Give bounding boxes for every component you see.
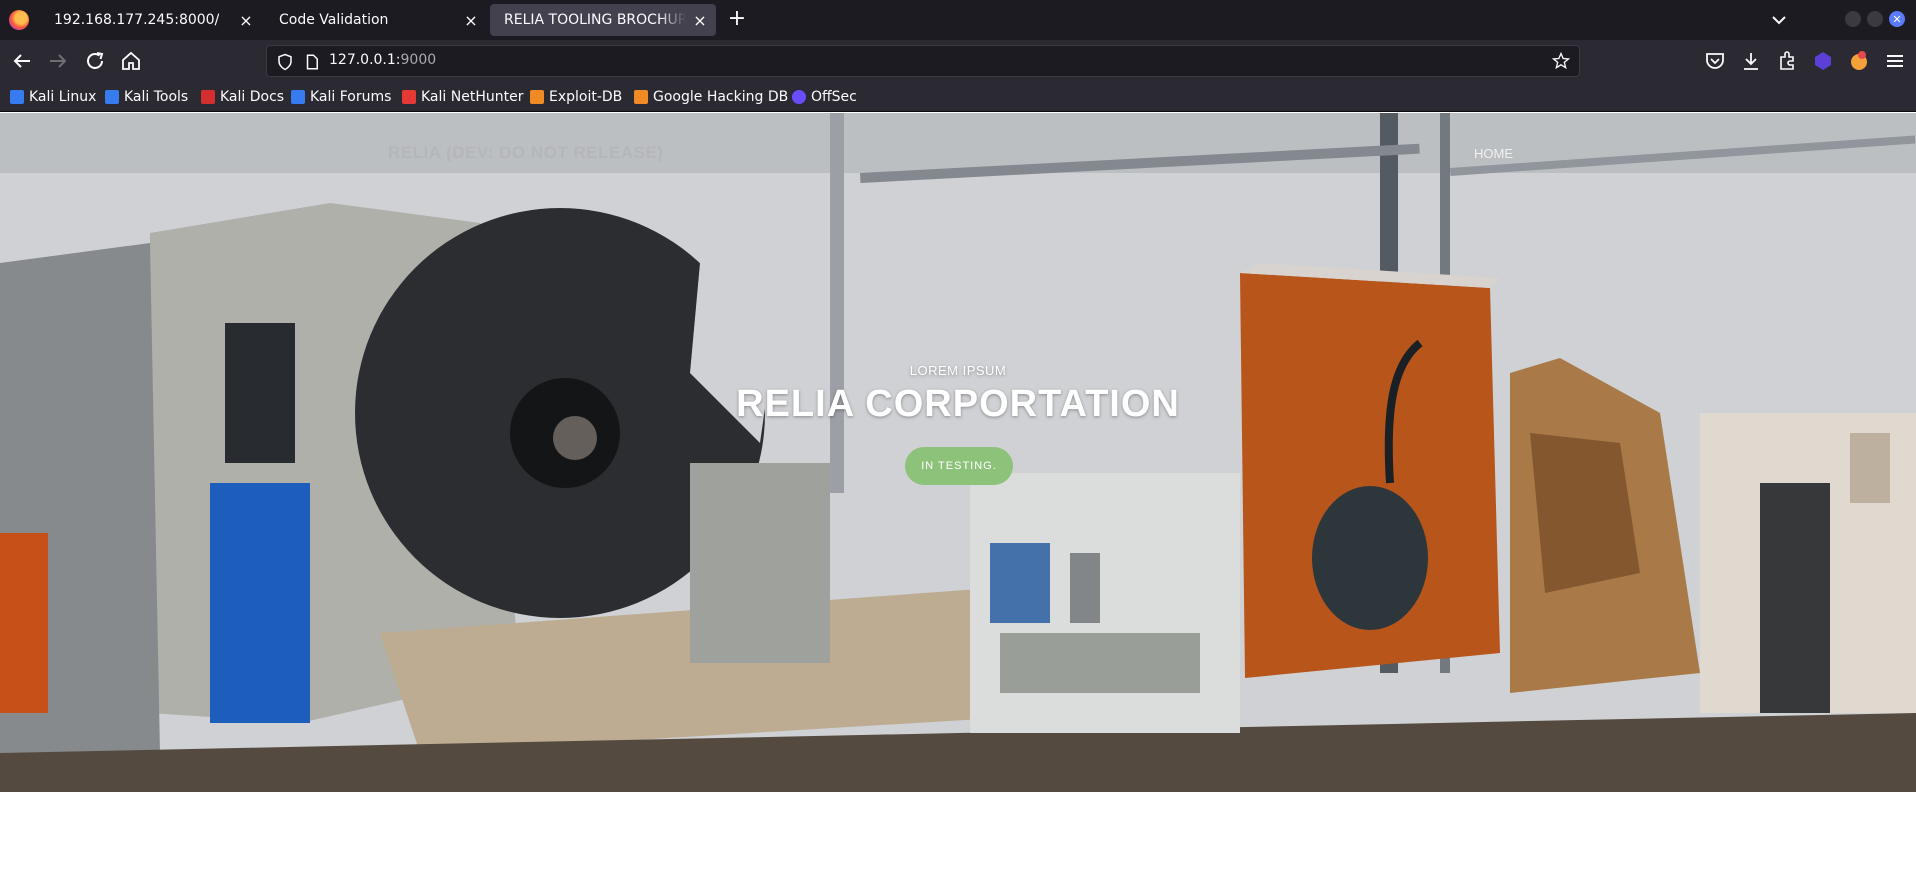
tab-label: 192.168.177.245:8000/ [54,12,220,28]
bookmark-label: Exploit-DB [549,89,623,105]
bookmark-kali-docs[interactable]: Kali Docs [201,88,284,106]
bookmark-label: Google Hacking DB [653,89,789,105]
bookmark-label: Kali Tools [124,89,189,105]
close-tab-icon[interactable]: × [690,10,710,30]
extensions-icon[interactable] [1775,49,1799,73]
close-tab-icon[interactable]: × [461,10,481,30]
chevron-down-icon[interactable] [1767,8,1791,32]
bookmark-google-hacking-db[interactable]: Google Hacking DB [634,88,788,106]
bookmarks-toolbar: Kali Linux Kali Tools Kali Docs Kali For… [0,82,1916,112]
tab-label: RELIA TOOLING BROCHURE [504,12,686,28]
tracking-shield-icon[interactable] [276,53,294,71]
page-info-icon[interactable] [303,53,321,71]
nav-home-link[interactable]: HOME [1474,146,1513,161]
download-icon[interactable] [1739,49,1763,73]
bookmark-label: OffSec [811,89,857,105]
extension-hexagon-icon[interactable] [1811,49,1835,73]
pocket-icon[interactable] [1703,49,1727,73]
home-icon[interactable] [119,49,143,73]
reload-icon[interactable] [83,49,107,73]
site-brand[interactable]: RELIA (DEV: DO NOT RELEASE) [388,143,663,163]
offsec-icon [792,90,806,104]
bookmark-kali-forums[interactable]: Kali Forums [291,88,391,106]
bookmark-exploit-db[interactable]: Exploit-DB [530,88,622,106]
url-text[interactable]: 127.0.0.1:9000 [329,52,436,68]
firefox-logo-icon[interactable] [9,10,29,30]
hero-section: RELIA (DEV: DO NOT RELEASE) HOME LOREM I… [0,113,1916,792]
kali-tools-icon [105,90,119,104]
tab-ip-address[interactable]: 192.168.177.245:8000/ × [40,4,262,36]
kali-dragon-icon [10,90,24,104]
kali-docs-icon [201,90,215,104]
hero-title: RELIA CORPORTATION [736,383,1180,425]
navigation-toolbar: 127.0.0.1:9000 [0,40,1916,82]
kali-forums-icon [291,90,305,104]
tab-code-validation[interactable]: Code Validation × [265,4,487,36]
back-arrow-icon[interactable] [10,49,34,73]
exploit-db-icon [530,90,544,104]
address-bar[interactable]: 127.0.0.1:9000 [266,45,1580,77]
in-testing-button[interactable]: IN TESTING. [905,447,1013,485]
hero-kicker: LOREM IPSUM [909,363,1007,378]
bookmark-offsec[interactable]: OffSec [792,88,857,106]
tab-relia-brochure[interactable]: RELIA TOOLING BROCHURE × [490,4,716,36]
tab-bar: 192.168.177.245:8000/ × Code Validation … [0,0,1916,40]
close-tab-icon[interactable]: × [236,10,256,30]
ghdb-icon [634,90,648,104]
bookmark-kali-linux[interactable]: Kali Linux [10,88,96,106]
bookmark-label: Kali NetHunter [421,89,524,105]
minimize-window-button[interactable] [1845,11,1861,27]
bookmark-label: Kali Forums [310,89,392,105]
new-tab-button[interactable]: + [725,8,749,32]
tab-label: Code Validation [279,12,389,28]
bookmark-kali-nethunter[interactable]: Kali NetHunter [402,88,523,106]
url-port: 9000 [400,52,437,68]
forward-arrow-icon[interactable] [46,49,70,73]
url-host: 127.0.0.1: [329,52,401,68]
nethunter-icon [402,90,416,104]
bookmark-label: Kali Docs [220,89,285,105]
web-page: RELIA (DEV: DO NOT RELEASE) HOME LOREM I… [0,113,1916,884]
bookmark-label: Kali Linux [29,89,97,105]
close-window-button[interactable]: ✕ [1889,11,1905,27]
star-icon[interactable] [1551,51,1571,71]
maximize-window-button[interactable] [1867,11,1883,27]
extension-fox-icon[interactable] [1847,49,1871,73]
bookmark-kali-tools[interactable]: Kali Tools [105,88,188,106]
hamburger-menu-icon[interactable] [1883,49,1907,73]
